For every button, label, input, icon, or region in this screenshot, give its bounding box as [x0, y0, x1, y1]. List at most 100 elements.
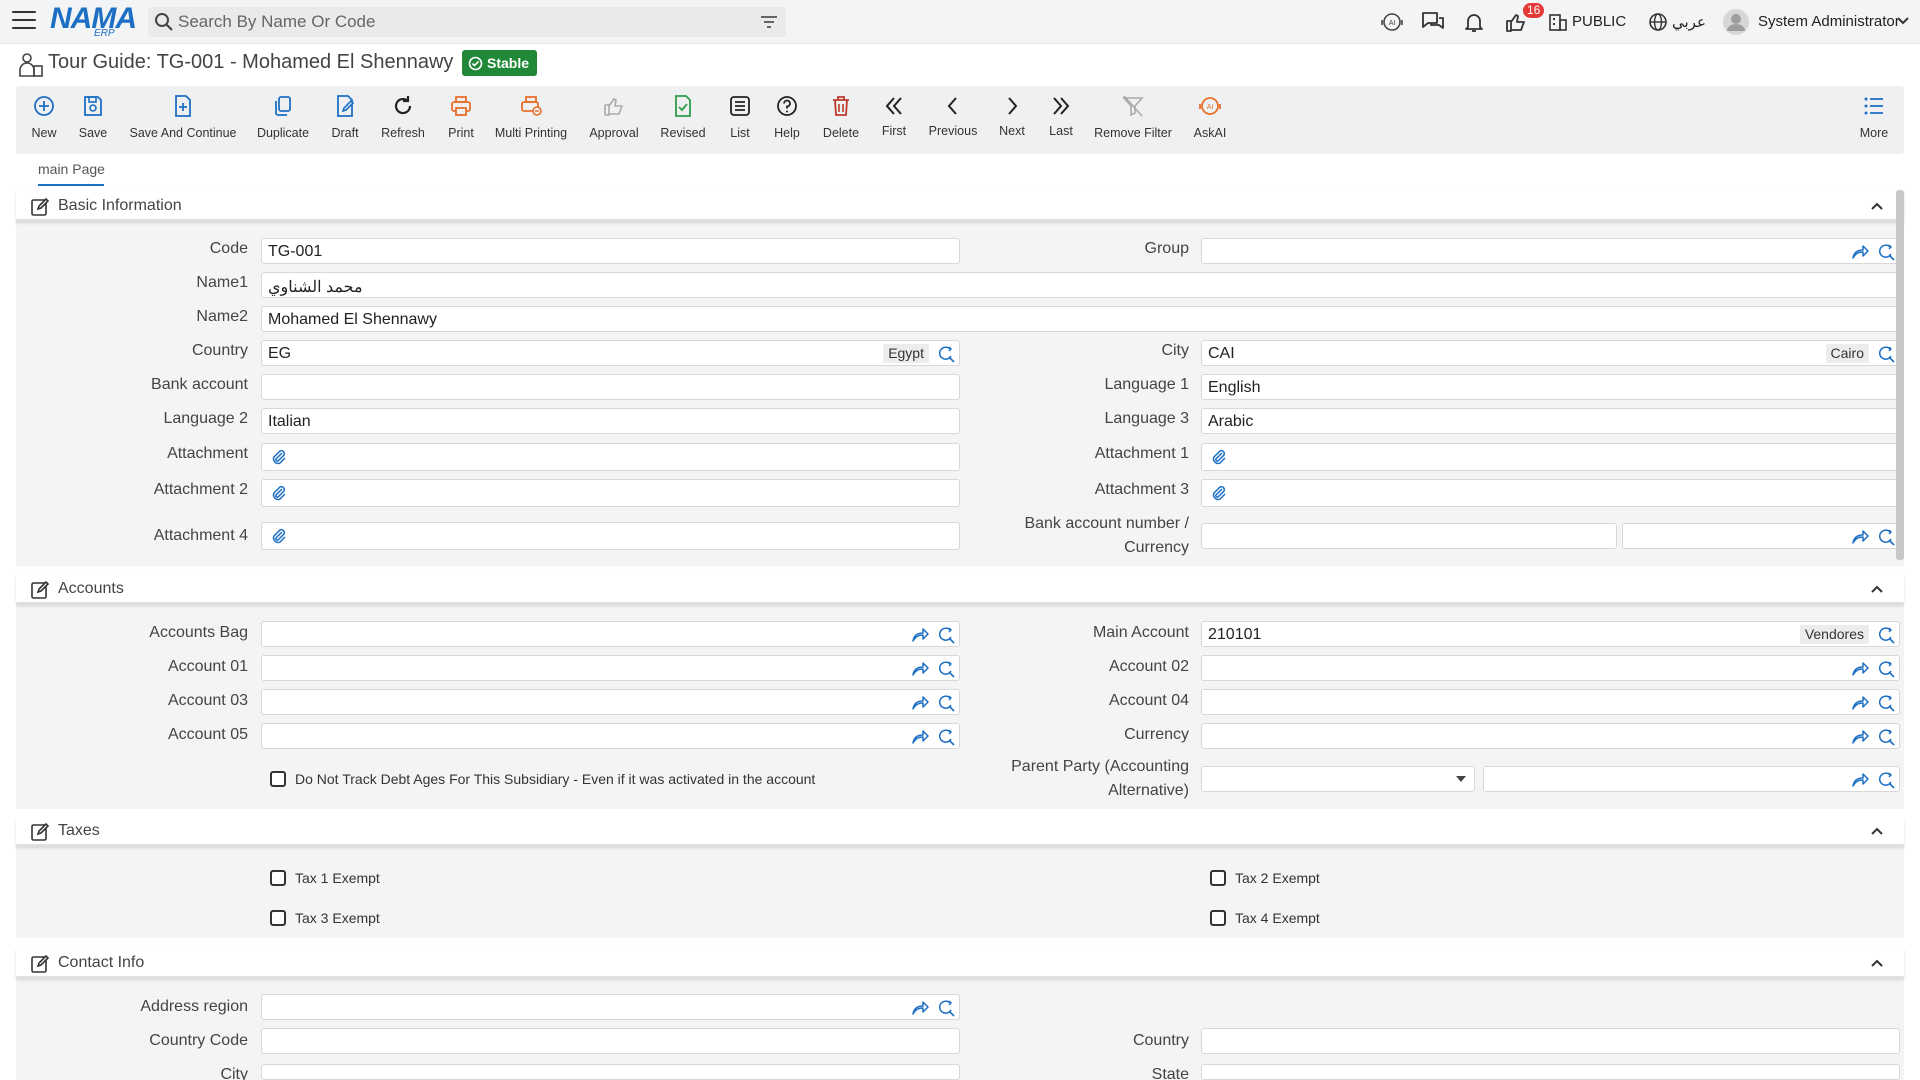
lookup-search-icon[interactable] — [1877, 771, 1895, 789]
chevron-down-icon[interactable] — [1896, 14, 1910, 28]
bell-icon[interactable] — [1462, 10, 1486, 34]
chevron-up-icon[interactable] — [1870, 582, 1884, 596]
lookup-search-icon[interactable] — [937, 999, 955, 1017]
toolbar-button-save[interactable]: Save — [53, 86, 133, 154]
tax1-exempt-checkbox[interactable] — [270, 870, 286, 886]
section-basic-info[interactable]: Basic Information — [16, 191, 1904, 221]
name1-field[interactable]: محمد الشناوي — [261, 272, 1900, 298]
account02-field[interactable] — [1201, 655, 1900, 681]
paperclip-icon[interactable] — [1210, 448, 1228, 466]
attachment4-field[interactable] — [261, 522, 960, 550]
lookup-search-icon[interactable] — [1877, 345, 1895, 363]
tax4-exempt-checkbox[interactable] — [1210, 910, 1226, 926]
paperclip-icon[interactable] — [270, 484, 288, 502]
main-account-field[interactable]: 210101 Vendores — [1201, 621, 1900, 647]
chevron-up-icon[interactable] — [1870, 824, 1884, 838]
toolbar-button-approval[interactable]: Approval — [574, 86, 654, 154]
language3-field[interactable]: Arabic — [1201, 408, 1900, 434]
share-icon[interactable] — [1851, 771, 1869, 789]
toolbar-button-save-and-continue[interactable]: Save And Continue — [129, 86, 237, 154]
language1-field[interactable]: English — [1201, 374, 1900, 400]
share-icon[interactable] — [1851, 243, 1869, 261]
bank-account-field[interactable] — [261, 374, 960, 400]
chevron-up-icon[interactable] — [1870, 956, 1884, 970]
address-region-field[interactable] — [261, 994, 960, 1020]
account05-field[interactable] — [261, 723, 960, 749]
share-icon[interactable] — [1851, 694, 1869, 712]
share-icon[interactable] — [911, 728, 929, 746]
lookup-search-icon[interactable] — [1877, 660, 1895, 678]
toolbar-button-print[interactable]: Print — [421, 86, 501, 154]
share-icon[interactable] — [911, 999, 929, 1017]
lookup-search-icon[interactable] — [937, 728, 955, 746]
ai-assistant-icon[interactable]: AI — [1380, 10, 1404, 34]
city-field[interactable]: CAI Cairo — [1201, 340, 1900, 366]
section-taxes[interactable]: Taxes — [16, 816, 1904, 846]
share-icon[interactable] — [911, 660, 929, 678]
tab-main-page[interactable]: main Page — [38, 161, 105, 177]
lookup-search-icon[interactable] — [937, 345, 955, 363]
country-code-field[interactable] — [261, 1028, 960, 1054]
tax2-exempt-checkbox[interactable] — [1210, 870, 1226, 886]
user-name[interactable]: System Administrator — [1758, 13, 1900, 30]
paperclip-icon[interactable] — [270, 527, 288, 545]
code-field[interactable]: TG-001 — [261, 238, 960, 264]
attachment1-field[interactable] — [1201, 443, 1900, 471]
company-name[interactable]: PUBLIC — [1572, 13, 1626, 30]
paperclip-icon[interactable] — [1210, 484, 1228, 502]
bank-currency-field[interactable] — [1622, 523, 1900, 549]
scrollbar[interactable] — [1896, 190, 1904, 560]
lookup-search-icon[interactable] — [937, 660, 955, 678]
language2-field[interactable]: Italian — [261, 408, 960, 434]
search-input[interactable] — [178, 11, 738, 33]
currency-field[interactable] — [1201, 723, 1900, 749]
toolbar-button-remove-filter[interactable]: Remove Filter — [1093, 86, 1173, 154]
globe-icon[interactable] — [1648, 12, 1668, 32]
attachment-field[interactable] — [261, 443, 960, 471]
group-field[interactable] — [1201, 238, 1900, 264]
share-icon[interactable] — [911, 694, 929, 712]
name2-field[interactable]: Mohamed El Shennawy — [261, 306, 1900, 332]
account01-field[interactable] — [261, 655, 960, 681]
contact-city-field[interactable] — [261, 1064, 960, 1080]
country-field[interactable]: EG Egypt — [261, 340, 960, 366]
toolbar-button-askai[interactable]: AI AskAI — [1170, 86, 1250, 154]
paperclip-icon[interactable] — [270, 448, 288, 466]
toolbar-button-multi-printing[interactable]: Multi Printing — [491, 86, 571, 154]
toolbar-button-last[interactable]: Last — [1021, 86, 1101, 154]
attachment3-field[interactable] — [1201, 479, 1900, 507]
language-switch[interactable]: عربي — [1672, 13, 1706, 31]
share-icon[interactable] — [911, 626, 929, 644]
filter-icon[interactable] — [760, 13, 778, 31]
section-accounts[interactable]: Accounts — [16, 574, 1904, 604]
section-contact-info[interactable]: Contact Info — [16, 948, 1904, 978]
accounts-bag-label: Accounts Bag — [149, 624, 248, 641]
lookup-search-icon[interactable] — [937, 694, 955, 712]
contact-state-field[interactable] — [1201, 1064, 1900, 1080]
chevron-up-icon[interactable] — [1870, 199, 1884, 213]
contact-country-field[interactable] — [1201, 1028, 1900, 1054]
chat-icon[interactable] — [1420, 10, 1446, 34]
accounts-bag-field[interactable] — [261, 621, 960, 647]
lookup-search-icon[interactable] — [1877, 694, 1895, 712]
account03-field[interactable] — [261, 689, 960, 715]
bank-account-number-field[interactable] — [1201, 523, 1617, 549]
parent-party-field[interactable] — [1483, 766, 1900, 792]
lookup-search-icon[interactable] — [1877, 243, 1895, 261]
share-icon[interactable] — [1851, 528, 1869, 546]
lookup-search-icon[interactable] — [1877, 528, 1895, 546]
logo[interactable]: NAMA ERP — [50, 4, 137, 40]
attachment2-field[interactable] — [261, 479, 960, 507]
share-icon[interactable] — [1851, 728, 1869, 746]
menu-icon[interactable] — [12, 11, 36, 31]
tax3-exempt-checkbox[interactable] — [270, 910, 286, 926]
toolbar-button-more[interactable]: More — [1834, 86, 1914, 154]
lookup-search-icon[interactable] — [1877, 728, 1895, 746]
share-icon[interactable] — [1851, 660, 1869, 678]
lookup-search-icon[interactable] — [1877, 626, 1895, 644]
lookup-search-icon[interactable] — [937, 626, 955, 644]
account04-field[interactable] — [1201, 689, 1900, 715]
debt-ages-checkbox[interactable] — [270, 771, 286, 787]
avatar-icon[interactable] — [1722, 8, 1750, 36]
parent-party-select[interactable] — [1201, 766, 1475, 792]
